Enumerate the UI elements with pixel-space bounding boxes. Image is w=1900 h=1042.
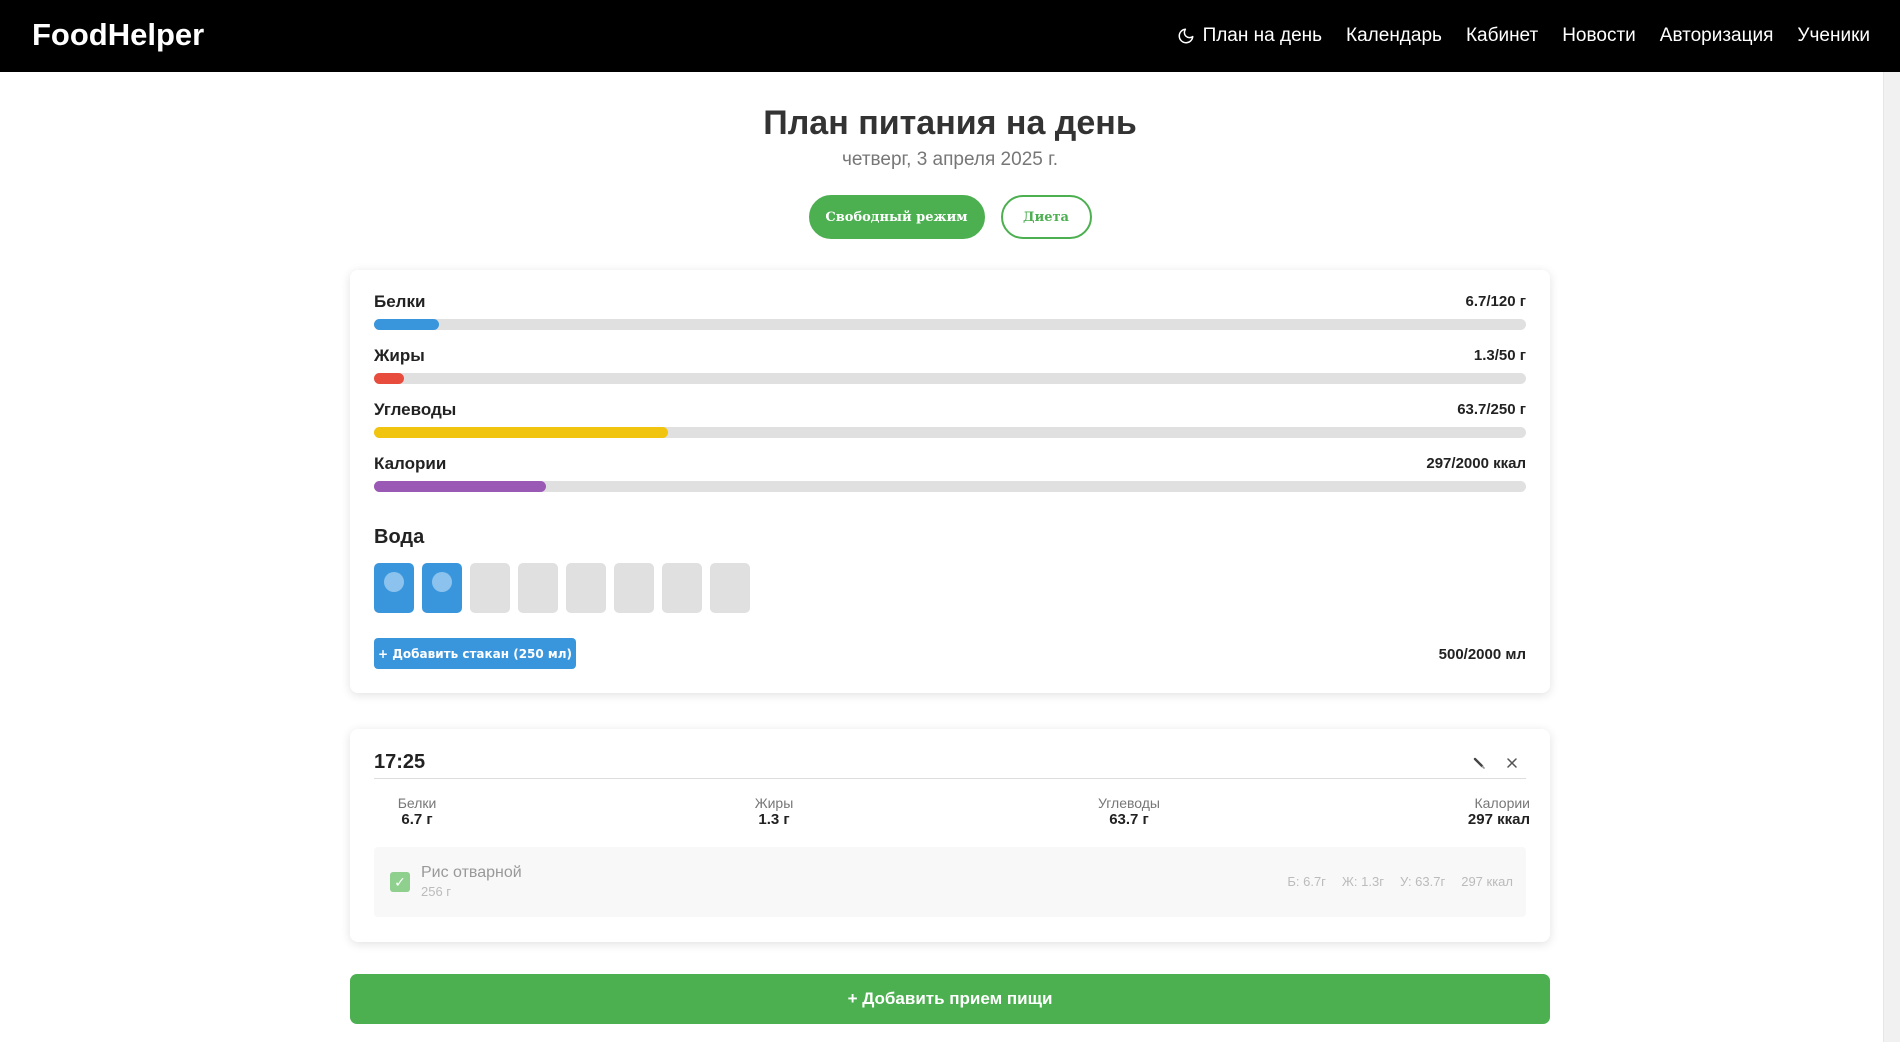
add-water-button[interactable]: + Добавить стакан (250 мл) [374,638,576,669]
macro-progress-track [374,319,1526,330]
nav-item-calendar[interactable]: Календарь [1346,25,1442,47]
macro-value: 1.3/50 г [1473,347,1526,364]
water-glasses [374,563,750,613]
meal-divider [374,778,1526,779]
macro-progress-track [374,427,1526,438]
stat-label: Углеводы [1097,795,1160,811]
meal-card: 17:25 Белки 6.7 г Жиры 1.3 г Углеводы 63… [350,729,1550,942]
nav-item-cabinet[interactable]: Кабинет [1466,25,1538,47]
macro-progress-track [374,373,1526,384]
add-meal-button[interactable]: + Добавить прием пищи [350,974,1550,1024]
water-title: Вода [374,526,425,548]
mode-switch: Свободный режим Диета [0,195,1900,239]
macro-progress-fill [374,481,546,492]
nav-item-plan[interactable]: План на день [1177,25,1322,47]
stat-value: 63.7 г [1109,811,1149,828]
food-carbs: У: 63.7г [1399,874,1446,889]
water-glass[interactable] [518,563,558,613]
free-mode-button[interactable]: Свободный режим [808,195,985,239]
stat-value: 6.7 г [401,811,433,828]
moon-icon[interactable] [1177,27,1195,45]
top-navbar: FoodHelper План на день Календарь Кабине… [0,0,1900,72]
water-glass[interactable] [662,563,702,613]
food-weight: 256 г [421,884,452,899]
stat-label: Белки [397,795,437,811]
water-glass[interactable] [566,563,606,613]
food-protein: Б: 6.7г [1287,874,1326,889]
stat-label: Жиры [754,795,794,811]
brand-logo[interactable]: FoodHelper [32,17,204,53]
macro-label: Жиры [374,346,425,365]
water-drop-icon [432,572,452,592]
nav-menu: План на день Календарь Кабинет Новости А… [1177,0,1870,72]
water-glass[interactable] [374,563,414,613]
stat-value: 297 ккал [1467,811,1530,828]
macro-progress-track [374,481,1526,492]
water-total: 500/2000 мл [1438,646,1526,663]
macro-value: 6.7/120 г [1465,293,1526,310]
food-checkbox[interactable]: ✓ [390,872,410,892]
checkmark-icon: ✓ [394,873,406,890]
stat-value: 1.3 г [758,811,790,828]
water-glass[interactable] [710,563,750,613]
nav-item-plan-label: План на день [1202,25,1323,46]
macro-value: 63.7/250 г [1457,401,1526,418]
pencil-icon[interactable] [1471,754,1489,772]
food-fat: Ж: 1.3г [1341,874,1384,889]
macro-progress-fill [374,319,439,330]
nav-item-auth[interactable]: Авторизация [1660,25,1774,47]
macro-value: 297/2000 ккал [1426,455,1526,472]
water-glass[interactable] [422,563,462,613]
meal-stat-fat: Жиры 1.3 г [742,795,806,828]
stat-label: Калории [1474,795,1530,811]
page-date: четверг, 3 апреля 2025 г. [841,149,1058,170]
page-title: План питания на день [763,104,1137,142]
food-macros: Б: 6.7г Ж: 1.3г У: 63.7г 297 ккал [1287,874,1513,889]
meal-stat-calories: Калории 297 ккал [1450,795,1530,828]
macro-progress-fill [374,427,668,438]
food-calories: 297 ккал [1461,874,1513,889]
nav-item-students[interactable]: Ученики [1797,25,1870,47]
diet-mode-button[interactable]: Диета [1000,195,1092,239]
water-drop-icon [384,572,404,592]
food-item: ✓ Рис отварной 256 г Б: 6.7г Ж: 1.3г У: … [374,847,1526,917]
water-glass[interactable] [614,563,654,613]
close-icon[interactable] [1503,754,1521,772]
water-glass[interactable] [470,563,510,613]
macro-label: Белки [374,292,426,311]
macro-label: Калории [374,454,447,473]
food-name: Рис отварной [421,864,522,881]
nutrition-summary-card: Белки 6.7/120 г Жиры 1.3/50 г Углеводы 6… [350,270,1550,693]
macro-progress-fill [374,373,404,384]
macro-label: Углеводы [374,400,457,419]
nav-item-news[interactable]: Новости [1562,25,1636,47]
meal-time: 17:25 [374,751,426,773]
meal-stat-carbs: Углеводы 63.7 г [1087,795,1171,828]
meal-stat-protein: Белки 6.7 г [385,795,449,828]
